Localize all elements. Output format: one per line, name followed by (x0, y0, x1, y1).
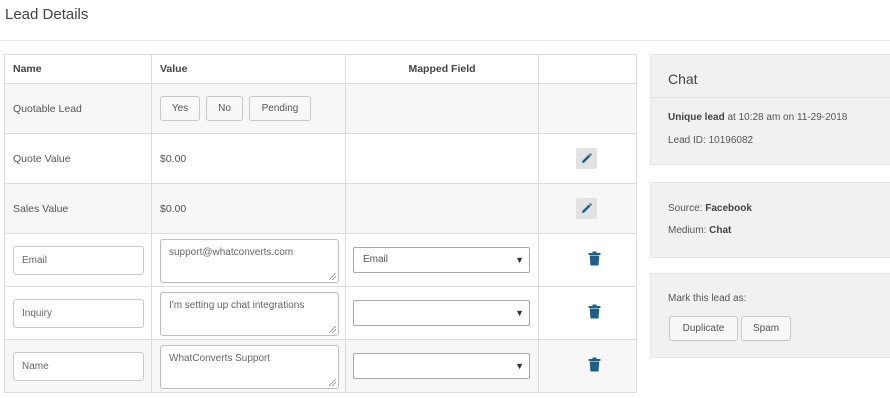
unique-lead-time: at 10:28 am on 11-29-2018 (724, 112, 848, 123)
column-header-value: Value (151, 54, 346, 84)
quotable-pending-button[interactable]: Pending (249, 96, 311, 121)
page-title: Lead Details (5, 6, 89, 23)
row-label: Sales Value (4, 183, 152, 234)
mark-spam-button[interactable]: Spam (741, 316, 791, 341)
mark-duplicate-button[interactable]: Duplicate (669, 316, 738, 341)
resize-handle[interactable] (329, 272, 336, 280)
field-name-input[interactable] (13, 298, 144, 328)
table-row: I'm setting up chat integrations ▼ (4, 286, 637, 340)
table-row: WhatConverts Support ▼ (4, 339, 637, 393)
quotable-no-button[interactable]: No (206, 96, 243, 121)
medium-value: Chat (709, 225, 732, 236)
source-label: Source: (668, 203, 706, 214)
source-panel: Source: Facebook Medium: Chat (650, 182, 890, 258)
caret-down-icon: ▼ (515, 255, 524, 265)
edit-sales-value-button[interactable] (576, 198, 597, 219)
table-header-row: Name Value Mapped Field (4, 54, 637, 84)
field-name-input[interactable] (13, 245, 144, 275)
trash-icon[interactable] (588, 251, 601, 266)
panel-divider (651, 97, 890, 98)
table-row-quote-value: Quote Value $0.00 (4, 133, 637, 184)
field-name-input[interactable] (13, 351, 144, 381)
caret-down-icon: ▼ (515, 308, 524, 318)
mark-lead-label: Mark this lead as: (668, 293, 747, 304)
field-value-textarea[interactable]: support@whatconverts.com (160, 238, 339, 283)
column-header-actions (538, 54, 637, 84)
chat-info-panel: Chat Unique lead at 10:28 am on 11-29-20… (650, 54, 890, 165)
pencil-icon (581, 153, 592, 164)
edit-quote-value-button[interactable] (576, 148, 597, 169)
unique-lead-label: Unique lead (668, 112, 725, 123)
mark-lead-panel: Mark this lead as: Duplicate Spam (650, 273, 890, 358)
mapped-field-selected: Email (363, 254, 389, 265)
trash-icon[interactable] (588, 304, 601, 319)
field-value-text: I'm setting up chat integrations (169, 299, 305, 311)
lead-id: Lead ID: 10196082 (668, 135, 754, 146)
row-label: Quote Value (4, 133, 152, 184)
source-value: Facebook (705, 203, 752, 214)
column-header-name: Name (4, 54, 152, 84)
table-row: support@whatconverts.com Email ▼ (4, 233, 637, 287)
field-value-text: support@whatconverts.com (169, 246, 294, 258)
column-header-mapped-field: Mapped Field (345, 54, 539, 84)
mapped-field-select[interactable]: Email ▼ (353, 247, 530, 273)
quotable-yes-button[interactable]: Yes (160, 96, 200, 121)
caret-down-icon: ▼ (515, 361, 524, 371)
medium-label: Medium: (668, 225, 710, 236)
field-value-text: WhatConverts Support (169, 352, 271, 364)
source-line: Source: Facebook (668, 203, 752, 214)
trash-icon[interactable] (588, 357, 601, 372)
row-label: Quotable Lead (4, 83, 152, 134)
field-value-textarea[interactable]: WhatConverts Support (160, 344, 339, 389)
pencil-icon (581, 203, 592, 214)
quote-value: $0.00 (151, 133, 346, 184)
unique-lead-line: Unique lead at 10:28 am on 11-29-2018 (668, 112, 847, 123)
resize-handle[interactable] (329, 325, 336, 333)
medium-line: Medium: Chat (668, 225, 731, 236)
quotable-buttons-cell: Yes No Pending (151, 83, 346, 134)
table-row-quotable-lead: Quotable Lead Yes No Pending (4, 83, 637, 134)
mapped-field-select[interactable]: ▼ (353, 353, 530, 379)
table-row-sales-value: Sales Value $0.00 (4, 183, 637, 234)
field-value-textarea[interactable]: I'm setting up chat integrations (160, 291, 339, 336)
panel-title: Chat (668, 71, 698, 87)
resize-handle[interactable] (329, 378, 336, 386)
mapped-field-select[interactable]: ▼ (353, 300, 530, 326)
title-divider (0, 40, 890, 41)
sales-value: $0.00 (151, 183, 346, 234)
lead-details-table: Name Value Mapped Field Quotable Lead Ye… (4, 54, 637, 393)
